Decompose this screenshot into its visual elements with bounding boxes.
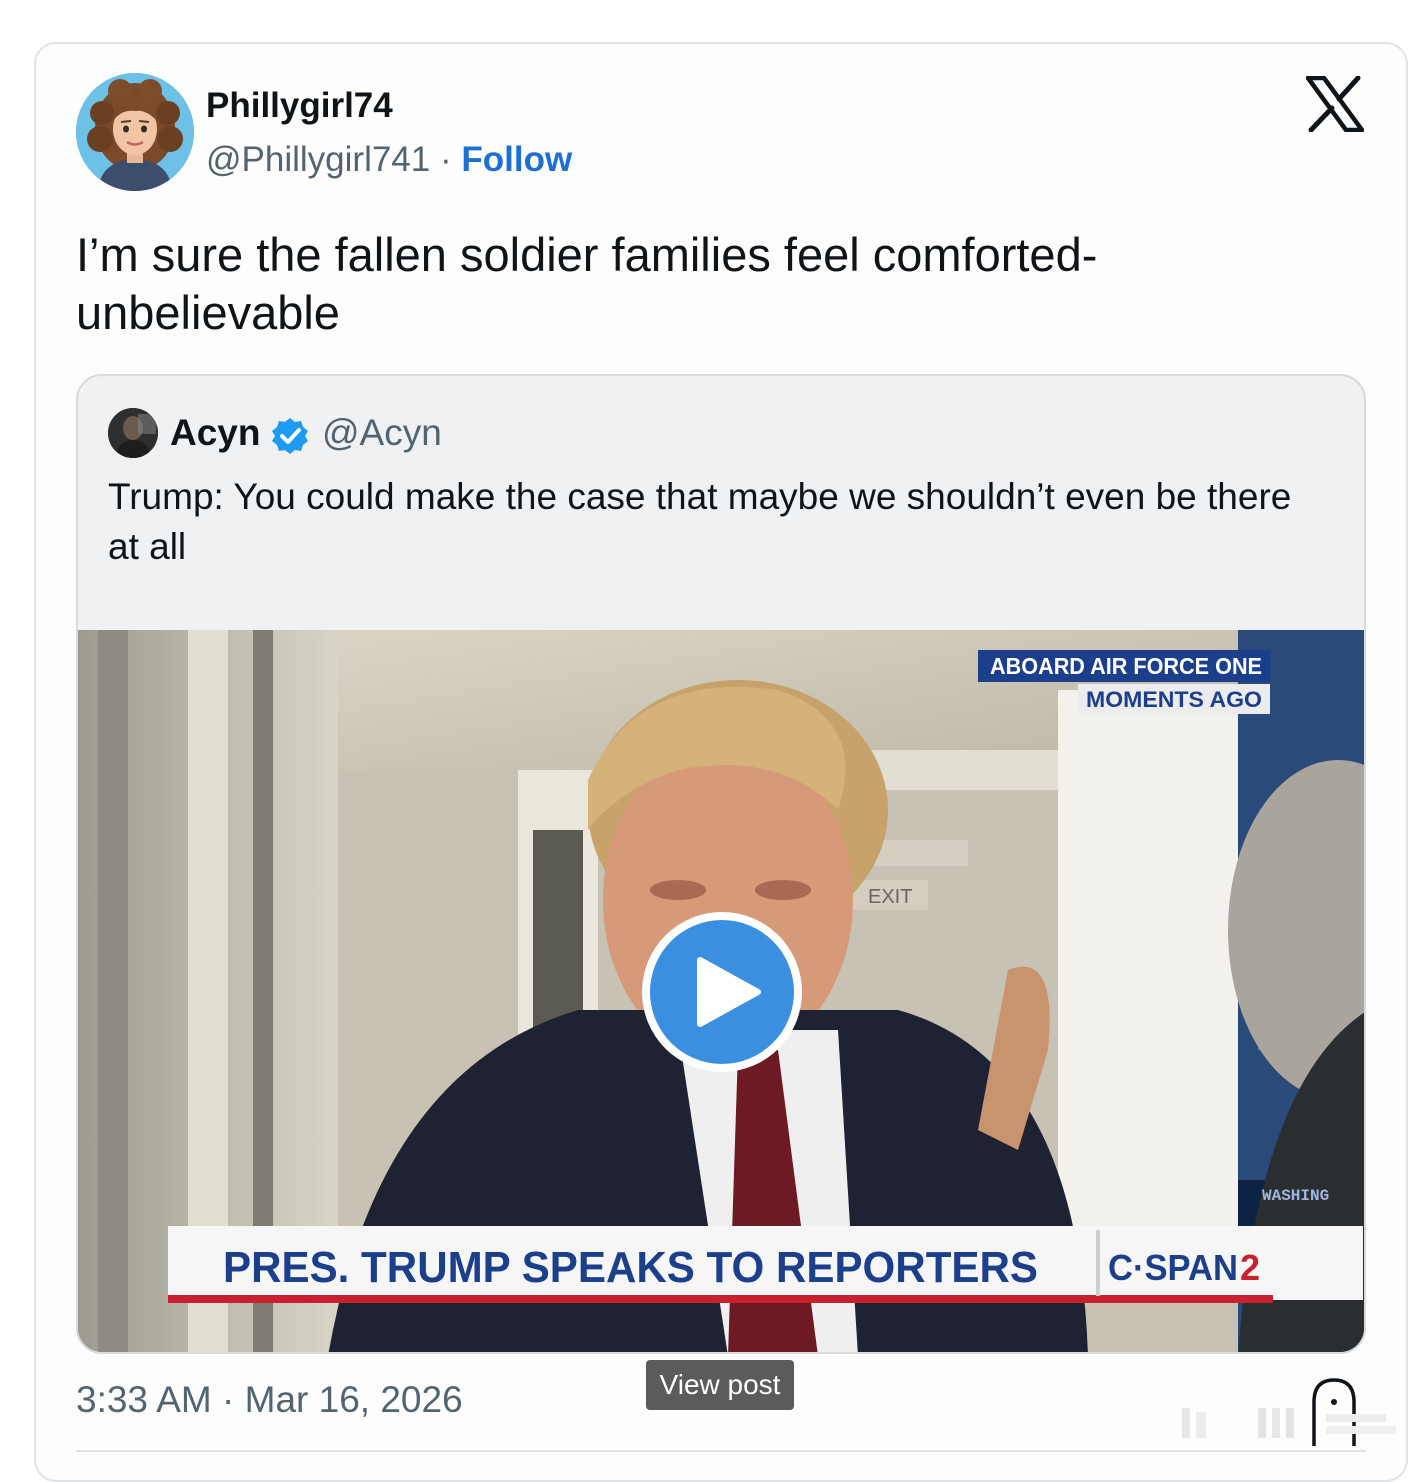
quote-author-avatar[interactable] [108,408,158,458]
verified-badge-icon [270,416,310,456]
lower-third-text: PRES. TRUMP SPEAKS TO REPORTERS [223,1243,1038,1292]
quote-author-name[interactable]: Acyn [170,410,260,456]
follow-button[interactable]: Follow [461,140,572,179]
play-icon[interactable] [638,908,806,1076]
author-avatar[interactable] [76,73,194,191]
view-post-button[interactable]: View post [646,1360,794,1410]
quoted-tweet-card[interactable]: Acyn @Acyn Trump: You could make the cas… [76,374,1366,1354]
network-logo-text: C·SPAN [1108,1247,1238,1288]
watermark-smudge [1176,1400,1406,1440]
network-channel-text: 2 [1240,1247,1260,1288]
overlay-location-text: ABOARD AIR FORCE ONE [990,653,1262,679]
overlay-time-text: MOMENTS AGO [1086,687,1262,712]
quote-text: Trump: You could make the case that mayb… [108,476,1292,567]
tweet-text: I’m sure the fallen soldier families fee… [76,228,1098,339]
footer-divider [76,1450,1366,1452]
video-player[interactable]: EXIT PRES. TRUMP SPEAKS TO REPORTERS C·S… [78,630,1364,1352]
handle-separator: · [430,140,462,179]
author-handle-line: @Phillygirl741 · Follow [206,138,572,182]
x-logo-icon[interactable] [1305,75,1365,133]
quote-author-handle[interactable]: @Acyn [322,410,442,456]
exit-sign-text: EXIT [868,886,912,908]
corner-location-text: WASHING [1262,1187,1329,1205]
author-handle[interactable]: @Phillygirl741 [206,140,430,179]
author-display-name[interactable]: Phillygirl74 [206,84,393,128]
tweet-timestamp[interactable]: 3:33 AM · Mar 16, 2026 [76,1376,463,1424]
